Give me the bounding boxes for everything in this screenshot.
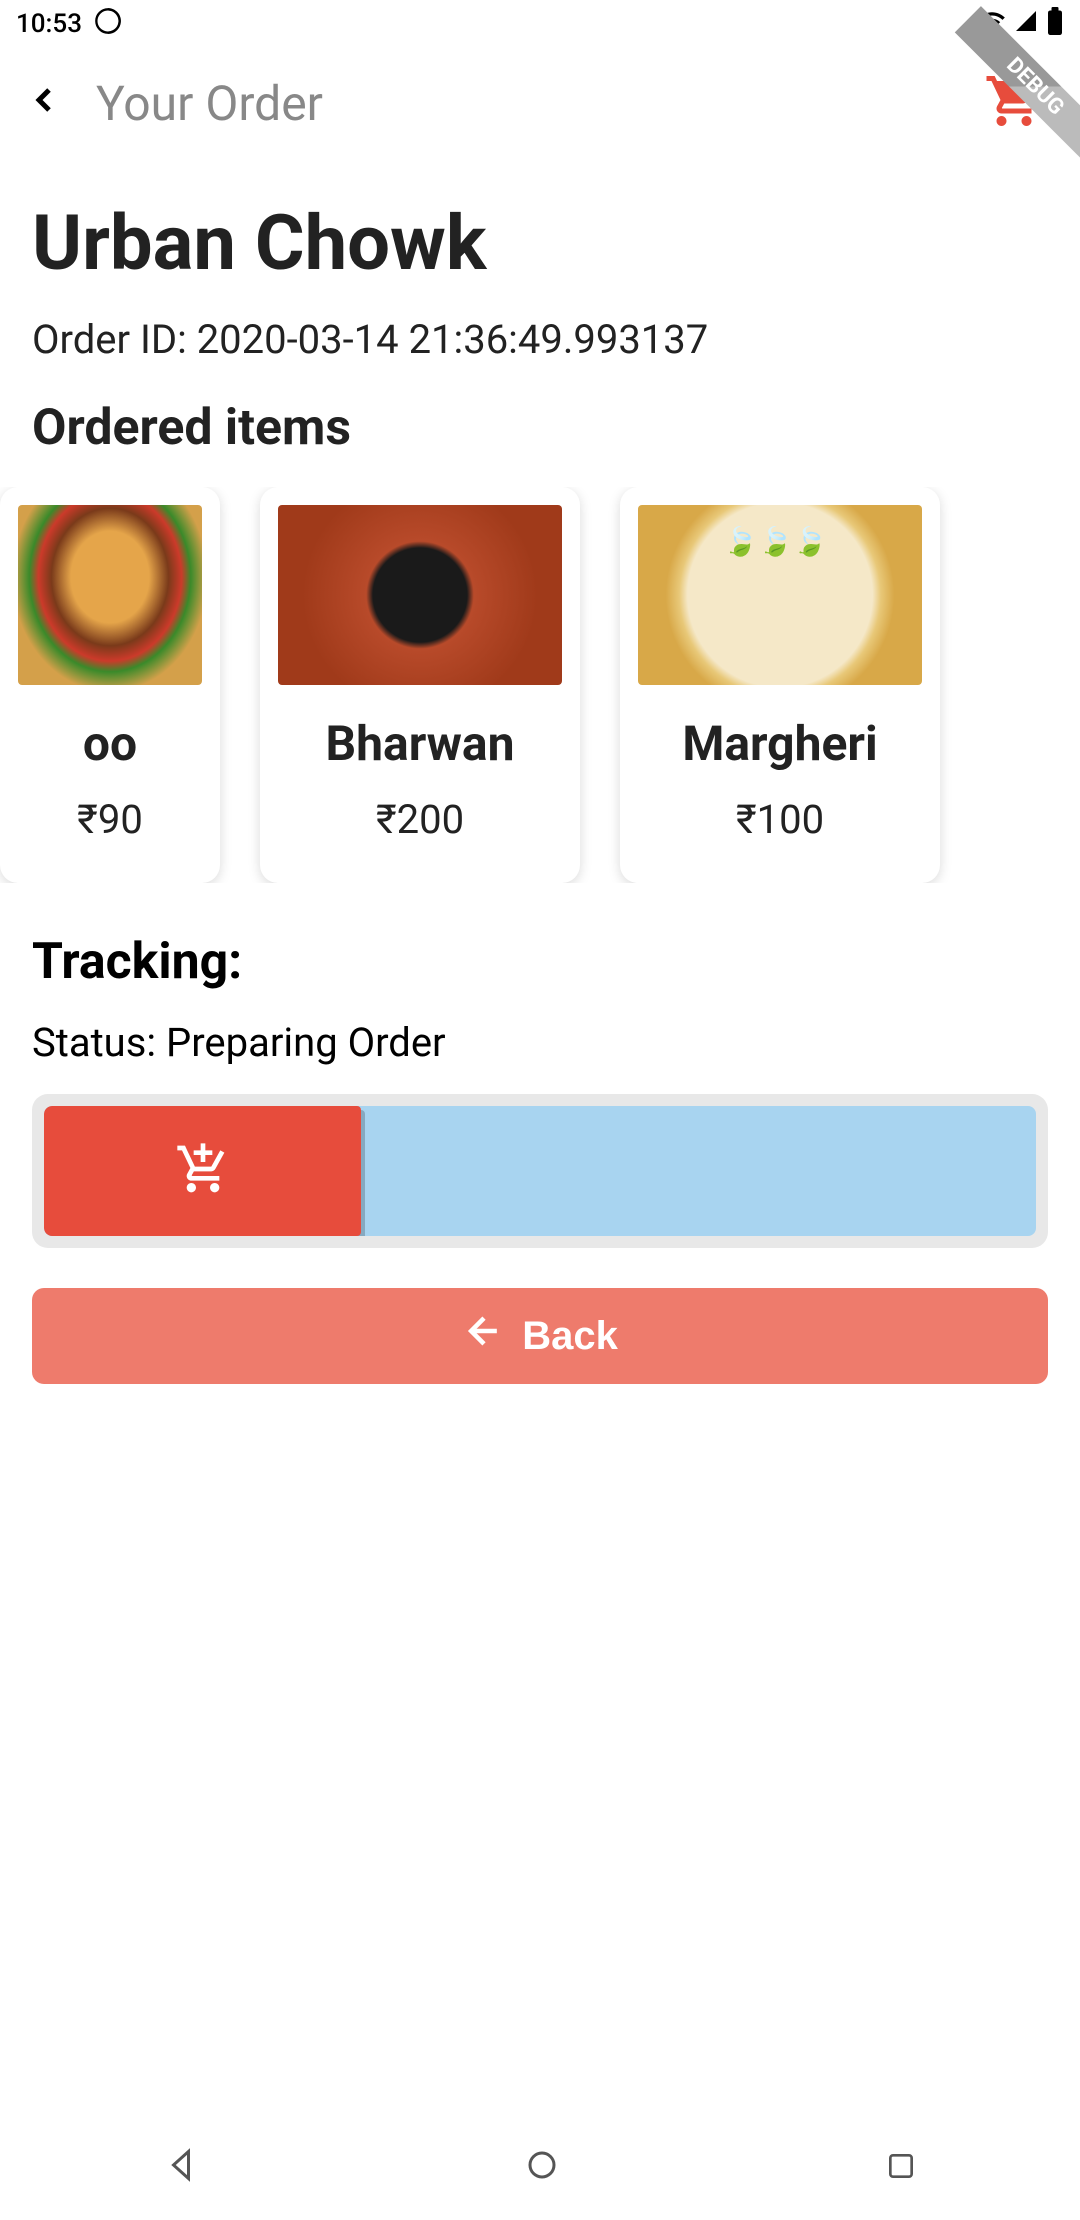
app-bar: Your Order DEBUG <box>0 48 1080 158</box>
add-cart-icon <box>175 1141 231 1201</box>
back-button-label: Back <box>522 1314 618 1359</box>
nav-recent-icon[interactable] <box>885 2148 917 2192</box>
android-nav-bar <box>0 2120 1080 2220</box>
restaurant-name: Urban Chowk <box>32 198 1048 288</box>
item-name: oo <box>83 715 137 772</box>
tracking-status: Status: Preparing Order <box>32 1019 1048 1066</box>
nav-back-icon[interactable] <box>163 2147 199 2193</box>
page-title: Your Order <box>96 75 323 132</box>
status-time: 10:53 <box>16 9 82 39</box>
progress-track <box>44 1106 1036 1236</box>
item-name: Margheri <box>682 715 877 772</box>
item-price: ₹90 <box>77 796 143 843</box>
progress-fill <box>44 1106 361 1236</box>
item-card[interactable]: Margheri ₹100 <box>620 487 940 883</box>
food-image <box>18 505 202 685</box>
back-icon[interactable] <box>24 75 64 132</box>
ordered-items-heading: Ordered items <box>32 399 1048 457</box>
tracking-heading: Tracking: <box>32 933 1048 991</box>
nav-home-icon[interactable] <box>524 2147 560 2193</box>
battery-icon <box>1046 7 1064 42</box>
sync-icon <box>94 7 122 42</box>
item-price: ₹100 <box>736 796 824 843</box>
signal-icon <box>1014 9 1038 40</box>
order-id: Order ID: 2020-03-14 21:36:49.993137 <box>32 316 1048 363</box>
arrow-left-icon <box>462 1309 506 1363</box>
food-image <box>638 505 922 685</box>
main-content: Urban Chowk Order ID: 2020-03-14 21:36:4… <box>0 198 1080 1384</box>
back-button[interactable]: Back <box>32 1288 1048 1384</box>
items-carousel[interactable]: oo ₹90 Bharwan ₹200 Margheri ₹100 <box>0 487 1048 883</box>
item-price: ₹200 <box>376 796 464 843</box>
status-bar: 10:53 <box>0 0 1080 48</box>
item-card[interactable]: oo ₹90 <box>0 487 220 883</box>
progress-container <box>32 1094 1048 1248</box>
item-name: Bharwan <box>325 715 514 772</box>
food-image <box>278 505 562 685</box>
item-card[interactable]: Bharwan ₹200 <box>260 487 580 883</box>
